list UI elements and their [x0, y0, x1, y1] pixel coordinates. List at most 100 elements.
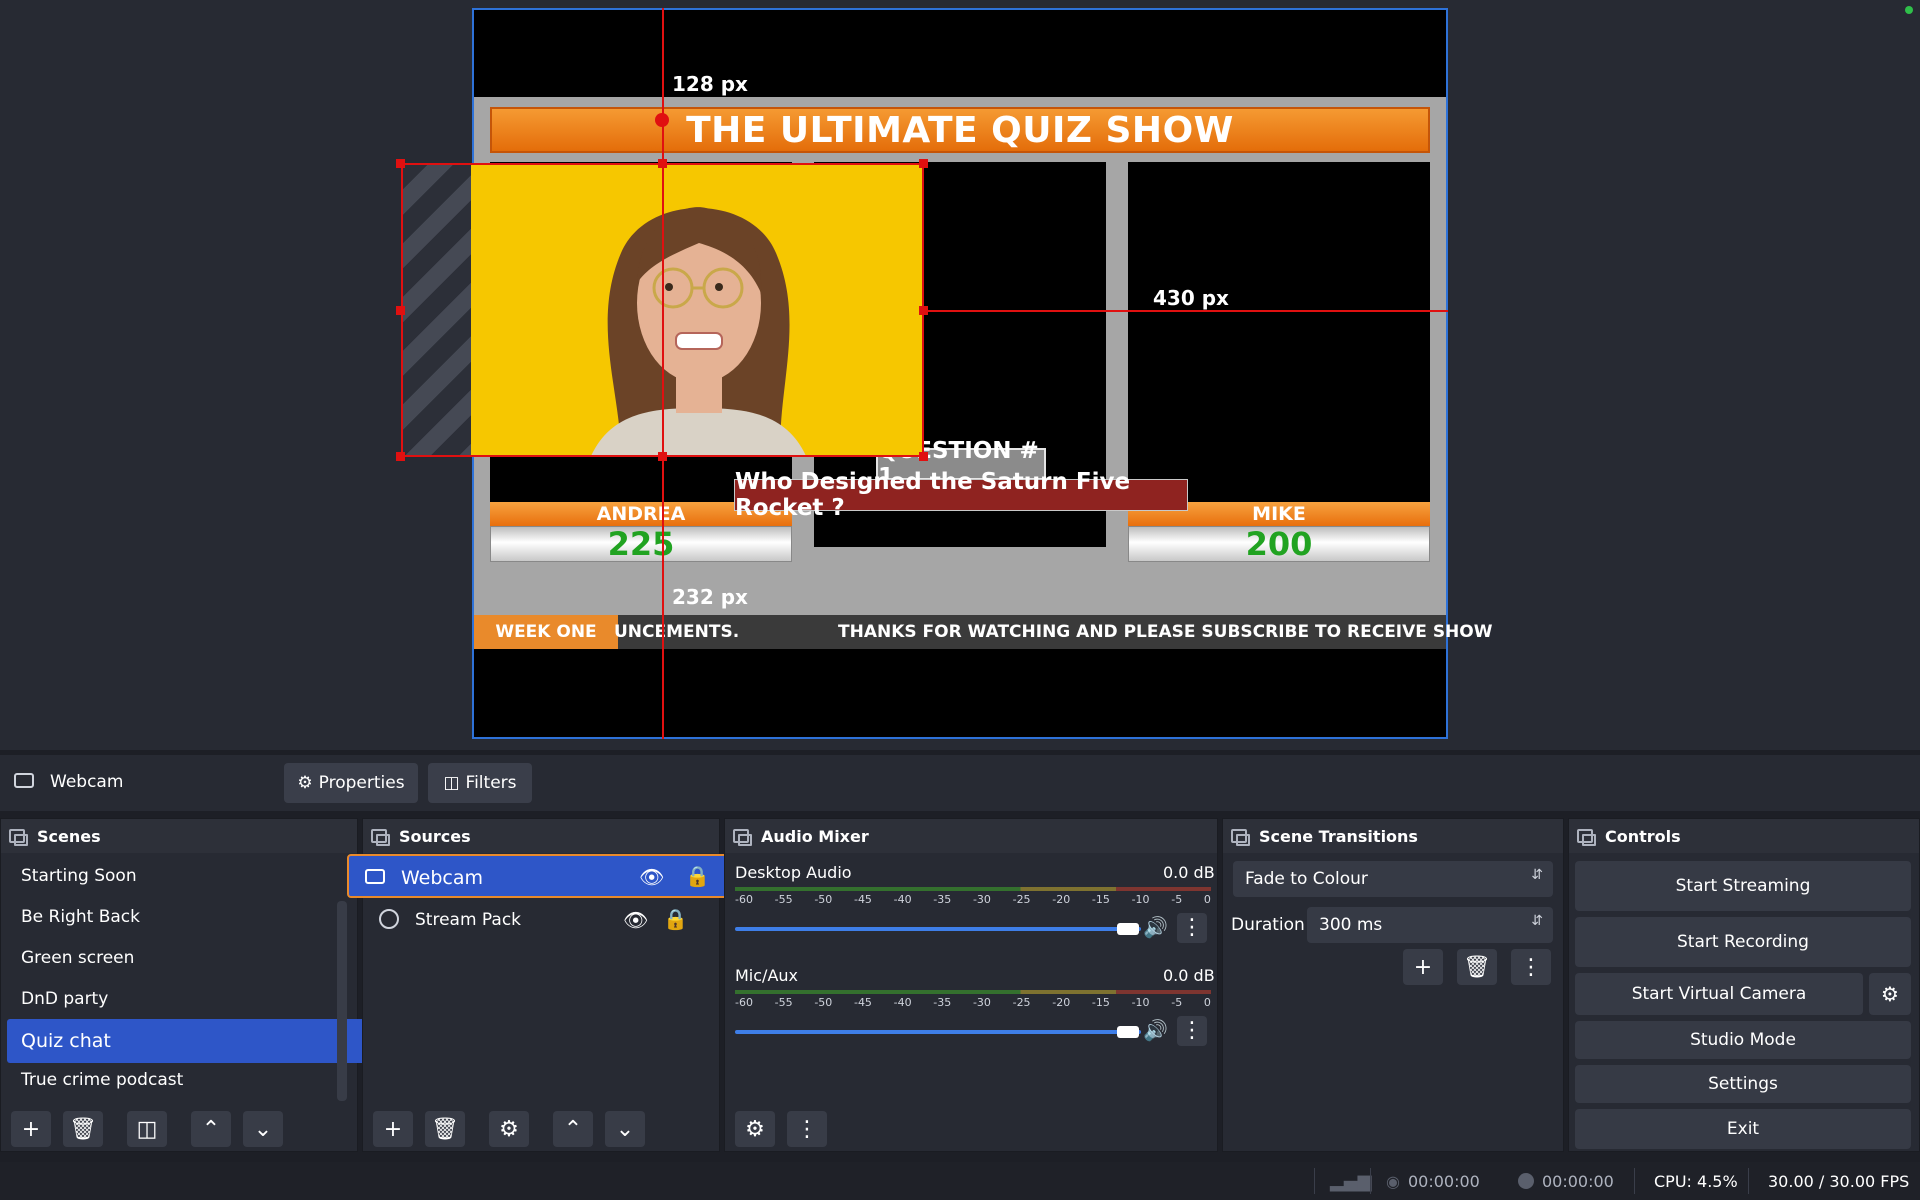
visibility-eye-icon[interactable]: 👁 — [623, 908, 648, 932]
add-scene-button[interactable]: + — [11, 1111, 51, 1147]
duration-value: 300 ms — [1319, 915, 1383, 935]
remove-scene-button[interactable]: 🗑 — [63, 1111, 103, 1147]
lock-icon[interactable]: 🔒 — [685, 864, 710, 888]
virtual-camera-settings-gear-icon[interactable]: ⚙ — [1869, 973, 1911, 1015]
audio-meter — [735, 990, 1211, 994]
source-name: Webcam — [401, 867, 484, 889]
speaker-icon[interactable]: 🔊 — [1143, 915, 1168, 939]
source-name: Stream Pack — [415, 910, 522, 930]
scene-transitions-dock: Scene Transitions Fade to Colour ⇵ Durat… — [1222, 818, 1564, 1152]
lock-icon[interactable]: 🔒 — [663, 907, 688, 931]
source-properties-button[interactable]: ⚙ — [489, 1111, 529, 1147]
preview-area[interactable]: THE ULTIMATE QUIZ SHOW ANDREA 225 MIKE 2… — [0, 0, 1920, 750]
start-virtual-camera-button[interactable]: Start Virtual Camera — [1575, 973, 1863, 1015]
cpu-usage: CPU: 4.5% — [1654, 1171, 1738, 1191]
remove-transition-button[interactable]: 🗑 — [1457, 949, 1497, 985]
move-scene-up-button[interactable]: ⌃ — [191, 1111, 231, 1147]
advanced-audio-button[interactable]: ⚙ — [735, 1111, 775, 1147]
ticker-text-1: UNCEMENTS. — [614, 622, 740, 642]
start-recording-button[interactable]: Start Recording — [1575, 917, 1911, 967]
scene-item[interactable]: DnD party — [15, 980, 335, 1018]
exit-button[interactable]: Exit — [1575, 1109, 1911, 1149]
duration-spinbox[interactable]: 300 ms ⇵ — [1307, 907, 1553, 943]
resize-handle-ml[interactable] — [396, 306, 405, 315]
scenes-header: Scenes — [1, 819, 357, 853]
status-separator — [1634, 1168, 1635, 1194]
dock-float-icon[interactable] — [733, 829, 752, 846]
scene-filters-button[interactable]: ◫ — [127, 1111, 167, 1147]
channel-menu-kebab-icon[interactable]: ⋮ — [1177, 913, 1207, 943]
dock-float-icon[interactable] — [1577, 829, 1596, 846]
source-toolbar: Webcam ⚙ Properties ◫ Filters — [0, 755, 1920, 811]
audio-meter — [735, 887, 1211, 891]
source-item-selected[interactable]: Webcam 👁 🔒 — [347, 854, 735, 898]
scene-item[interactable]: Be Right Back — [15, 898, 335, 936]
news-ticker: WEEK ONE UNCEMENTS. THANKS FOR WATCHING … — [474, 615, 1493, 649]
sources-title: Sources — [399, 826, 471, 846]
transition-menu-button[interactable]: ⋮ — [1511, 949, 1551, 985]
channel-menu-kebab-icon[interactable]: ⋮ — [1177, 1016, 1207, 1046]
dock-float-icon[interactable] — [1231, 829, 1250, 846]
filter-icon: ◫ — [443, 773, 460, 793]
record-time: 00:00:00 — [1542, 1171, 1614, 1191]
resize-handle-tl[interactable] — [396, 159, 405, 168]
resize-handle-bl[interactable] — [396, 452, 405, 461]
transition-select[interactable]: Fade to Colour ⇵ — [1233, 861, 1553, 897]
mixer-menu-button[interactable]: ⋮ — [787, 1111, 827, 1147]
speaker-icon[interactable]: 🔊 — [1143, 1018, 1168, 1042]
resize-handle-br[interactable] — [919, 452, 928, 461]
status-separator — [1370, 1168, 1371, 1194]
filters-label: Filters — [465, 773, 517, 793]
overlay-title: THE ULTIMATE QUIZ SHOW — [490, 107, 1430, 153]
controls-header: Controls — [1569, 819, 1919, 853]
measure-bottom-label: 232 px — [672, 585, 748, 609]
guide-horizontal — [924, 310, 1448, 312]
scene-item[interactable]: True crime podcast — [15, 1061, 335, 1099]
measure-top-label: 128 px — [672, 72, 748, 96]
scenes-title: Scenes — [37, 826, 101, 846]
record-icon — [1518, 1173, 1534, 1189]
gear-icon: ⚙ — [297, 773, 313, 793]
chevron-updown-icon: ⇵ — [1531, 867, 1543, 883]
dock-float-icon[interactable] — [371, 829, 390, 846]
resize-handle-tr[interactable] — [919, 159, 928, 168]
broadcast-icon: ◉ — [1386, 1171, 1400, 1191]
volume-slider[interactable] — [735, 1030, 1141, 1034]
move-source-up-button[interactable]: ⌃ — [553, 1111, 593, 1147]
move-scene-down-button[interactable]: ⌄ — [243, 1111, 283, 1147]
controls-dock: Controls Start Streaming Start Recording… — [1568, 818, 1920, 1152]
move-source-down-button[interactable]: ⌄ — [605, 1111, 645, 1147]
transition-select-value: Fade to Colour — [1245, 869, 1368, 889]
scenes-dock: Scenes Starting Soon Be Right Back Green… — [0, 818, 371, 1152]
camera-icon — [14, 773, 34, 788]
remove-source-button[interactable]: 🗑 — [425, 1111, 465, 1147]
properties-label: Properties — [318, 773, 405, 793]
studio-mode-button[interactable]: Studio Mode — [1575, 1021, 1911, 1059]
player-right-score: 200 — [1128, 525, 1430, 563]
filters-button[interactable]: ◫ Filters — [428, 763, 532, 803]
volume-slider-knob[interactable] — [1117, 923, 1139, 935]
volume-slider[interactable] — [735, 927, 1141, 931]
scene-item[interactable]: Starting Soon — [15, 857, 335, 895]
visibility-eye-icon[interactable]: 👁 — [639, 865, 664, 889]
properties-button[interactable]: ⚙ Properties — [284, 763, 418, 803]
ticker-label: WEEK ONE — [474, 615, 618, 649]
controls-title: Controls — [1605, 826, 1681, 846]
scene-transitions-title: Scene Transitions — [1259, 826, 1418, 846]
settings-button[interactable]: Settings — [1575, 1065, 1911, 1103]
scene-item-selected[interactable]: Quiz chat — [7, 1019, 371, 1063]
add-transition-button[interactable]: + — [1403, 949, 1443, 985]
source-item[interactable]: Stream Pack 👁 🔒 — [363, 900, 721, 940]
add-source-button[interactable]: + — [373, 1111, 413, 1147]
scene-item[interactable]: Green screen — [15, 939, 335, 977]
scenes-scrollbar[interactable] — [337, 901, 347, 1101]
volume-slider-knob[interactable] — [1117, 1026, 1139, 1038]
dock-float-icon[interactable] — [9, 829, 28, 846]
audio-mixer-dock: Audio Mixer Desktop Audio 0.0 dB -60 -55-… — [724, 818, 1218, 1152]
webcam-image — [471, 163, 924, 456]
stream-time: 00:00:00 — [1407, 1171, 1480, 1191]
fps-counter: 30.00 / 30.00 FPS — [1768, 1171, 1910, 1191]
start-streaming-button[interactable]: Start Streaming — [1575, 861, 1911, 911]
webcam-person-illustration — [471, 163, 924, 456]
duration-label: Duration — [1231, 915, 1305, 935]
